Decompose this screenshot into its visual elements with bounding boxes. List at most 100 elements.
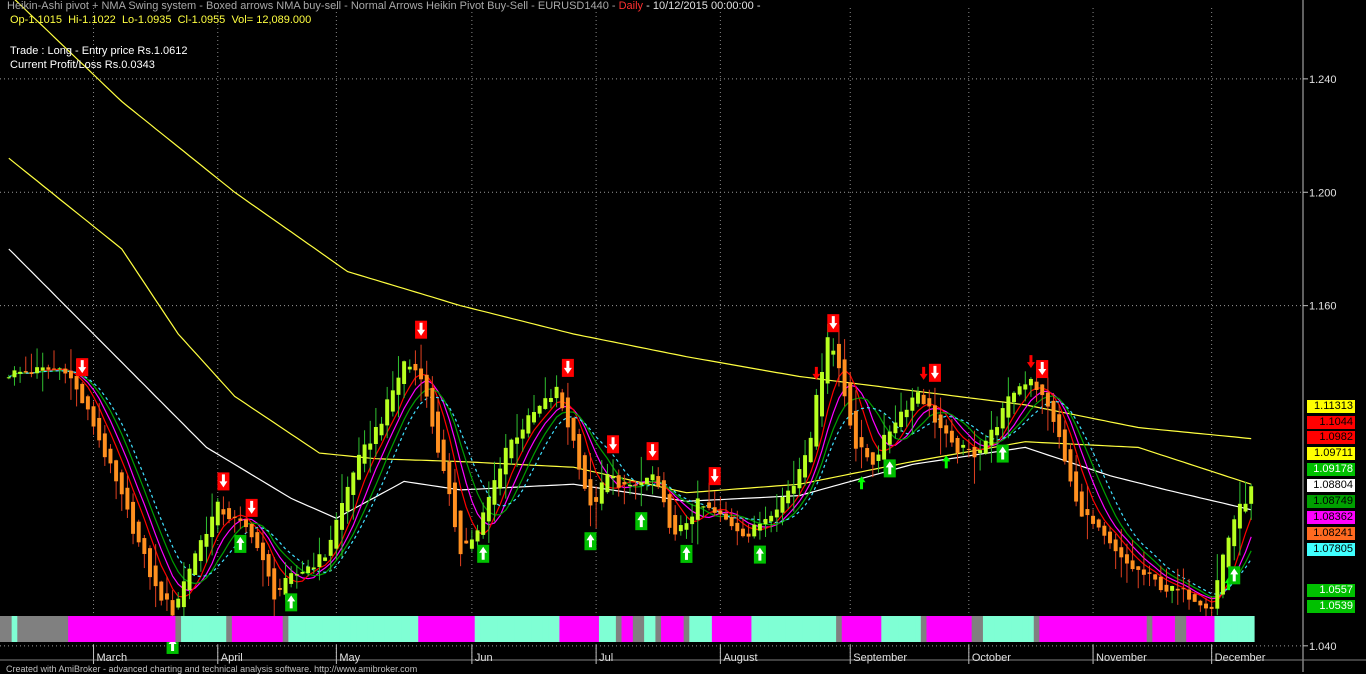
ribbon-cell [621,616,628,642]
ribbon-cell [870,616,877,642]
ribbon-cell [1169,616,1176,642]
candle-body [718,510,723,515]
ribbon-cell [960,616,967,642]
ma-line-0 [14,0,1252,440]
ribbon-cell [158,616,165,642]
ribbon-cell [0,616,6,642]
candle-body [1068,449,1073,482]
ribbon-cell [706,616,713,642]
candle-body [68,370,73,379]
ribbon-cell [615,616,623,642]
ribbon-cell [463,616,470,642]
ribbon-cell [790,616,798,642]
ribbon-cell [909,616,916,642]
candle-body [40,367,45,371]
ribbon-cell [1022,616,1029,642]
candle-body [1051,400,1056,422]
candle-body [831,350,836,355]
ribbon-cell [768,616,775,642]
candle-body [1209,606,1214,609]
candle-body [949,430,954,443]
trend-ribbon [0,616,1255,642]
candle-body [961,444,966,448]
candle-body [85,396,90,410]
ribbon-cell [683,616,690,642]
candle-body [131,501,136,534]
candle-body [1141,569,1146,575]
candle-body [1096,519,1101,528]
candle-body [921,394,926,405]
candle-body [29,372,34,374]
ribbon-cell [1152,616,1159,642]
y-tick-label: 1.240 [1309,74,1337,86]
candle-body [159,581,164,601]
ribbon-cell [502,616,510,642]
ribbon-cell [1045,616,1052,642]
candle-body [678,525,683,532]
close-value: Cl-1.0955 [177,14,226,26]
candle-body [588,479,593,506]
candle-body [842,359,847,397]
ma-line-2 [8,248,1252,519]
ribbon-cell [367,616,374,642]
ribbon-cell [774,616,781,642]
candle-body [735,522,740,532]
candle-body [1113,539,1118,552]
candle-body [1158,576,1163,591]
candle-body [769,515,774,522]
ribbon-cell [226,616,233,642]
x-tick-label: September [853,652,907,664]
ribbon-cell [1163,616,1170,642]
candle-body [560,392,565,409]
ribbon-cell [73,616,81,642]
candle-body [136,521,141,543]
ribbon-cell [943,616,950,642]
ribbon-cell [926,616,933,642]
ribbon-cell [446,616,453,642]
ribbon-cell [610,616,617,642]
candle-body [944,425,949,434]
candle-body [1220,554,1225,595]
candle-body [294,574,299,576]
ribbon-cell [932,616,939,642]
ribbon-cell [1011,616,1018,642]
candle-body [436,411,440,453]
candle-body [187,568,192,591]
ribbon-cell [694,616,702,642]
ribbon-cell [920,616,928,642]
candle-body [1119,547,1124,558]
candle-body [1085,509,1090,516]
candle-body [633,484,638,486]
candle-body [972,446,977,458]
ribbon-cell [689,616,696,642]
ribbon-cell [299,616,306,642]
ribbon-cell [548,616,555,642]
ribbon-cell [497,616,504,642]
ribbon-cell [469,616,476,642]
buy-arrow-icon [942,455,951,469]
candle-body [916,392,920,404]
candle-body [1012,392,1016,403]
ribbon-cell [1095,616,1103,642]
candle-body [1204,603,1208,609]
ribbon-cell [1101,616,1108,642]
ribbon-cell [1129,616,1137,642]
ribbon-cell [892,616,899,642]
chart-title: Heikin-Ashi pivot + NMA Swing system - B… [7,0,761,12]
candle-body [882,434,887,460]
candle-body [260,542,265,561]
ribbon-cell [96,616,103,642]
ribbon-cell [740,616,747,642]
ribbon-cell [1067,616,1074,642]
ribbon-cell [576,616,583,642]
ohlc-readout: Op-1.1015 Hi-1.1022 Lo-1.0935 Cl-1.0955 … [10,14,311,26]
candle-body [63,368,68,374]
ribbon-cell [1005,616,1012,642]
candle-body [351,472,356,495]
ribbon-cell [672,616,679,642]
volume-value: Vol= 12,089.000 [231,14,312,26]
price-tag: 1.0982 [1307,431,1355,444]
ribbon-cell [169,616,177,642]
candle-body [978,450,983,454]
candle-body [35,367,40,374]
